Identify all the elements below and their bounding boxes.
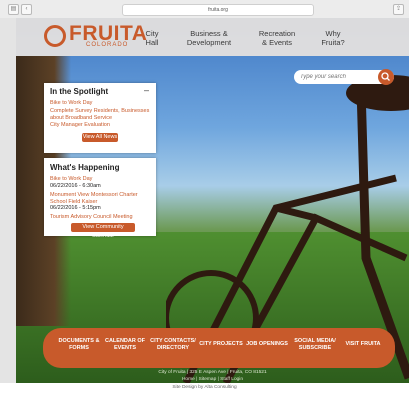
spotlight-item[interactable]: Bike to Work Day	[50, 100, 92, 107]
search-input[interactable]	[300, 72, 374, 82]
spotlight-item[interactable]: Complete Survey Residents, Businesses ab…	[50, 108, 150, 121]
footer-credit[interactable]: Site Design by Alta Consulting	[0, 385, 409, 390]
logo-subtitle: COLORADO	[86, 42, 129, 48]
event-name[interactable]: Monument View Montessori Charter School …	[50, 192, 152, 205]
fruita-emblem-icon	[44, 25, 66, 47]
view-all-news-button[interactable]: View All News	[82, 133, 118, 142]
spotlight-title: In the Spotlight	[50, 87, 109, 96]
nav-recreation-events[interactable]: Recreation & Events	[254, 29, 300, 47]
quick-links-bar: DOCUMENTS & FORMS CALENDAR OF EVENTS CIT…	[43, 328, 395, 368]
collapse-icon[interactable]: –	[144, 85, 149, 95]
search-button[interactable]	[378, 69, 394, 85]
nav-business-development[interactable]: Business & Development	[184, 29, 234, 47]
sidebar-toggle-icon[interactable]: ▤	[8, 4, 19, 15]
share-icon[interactable]: ⇪	[393, 4, 404, 15]
quick-link-contacts[interactable]: CITY CONTACTS/ DIRECTORY	[149, 338, 197, 351]
quick-link-visit-fruita[interactable]: VISIT FRUITA	[341, 341, 385, 348]
browser-sidebar-edge	[0, 18, 16, 395]
website: FRUITA COLORADO City Hall Business & Dev…	[16, 18, 409, 383]
event-date: 06/22/2016 - 5:15pm	[50, 205, 101, 211]
site-search	[294, 69, 394, 85]
footer-address: City of Fruita | 325 E Aspen Ave | Fruit…	[158, 370, 267, 375]
view-community-calendar-button[interactable]: View Community Calendar	[71, 223, 135, 239]
event-date: 06/22/2016 - 6:30am	[50, 183, 101, 189]
quick-link-job-openings[interactable]: JOB OPENINGS	[245, 341, 289, 348]
footer-links[interactable]: Home | Sitemap | Staff Login	[16, 377, 409, 382]
quick-link-documents-forms[interactable]: DOCUMENTS & FORMS	[57, 338, 101, 351]
quick-link-projects[interactable]: CITY PROJECTS	[199, 341, 243, 348]
event-name[interactable]: Bike to Work Day	[50, 176, 92, 183]
quick-link-calendar[interactable]: CALENDAR OF EVENTS	[103, 338, 147, 351]
spotlight-panel: In the Spotlight – Bike to Work Day Comp…	[44, 83, 156, 153]
back-icon[interactable]: ‹	[21, 4, 32, 15]
top-navigation: FRUITA COLORADO City Hall Business & Dev…	[16, 18, 409, 56]
nav-why-fruita[interactable]: Why Fruita?	[318, 29, 348, 47]
nav-city-hall[interactable]: City Hall	[138, 29, 166, 47]
event-name[interactable]: Tourism Advisory Council Meeting	[50, 214, 133, 221]
browser-toolbar: ▤ ‹ fruita.org ⇪	[0, 0, 409, 19]
quick-link-social-media[interactable]: SOCIAL MEDIA/ SUBSCRIBE	[291, 338, 339, 351]
happening-title: What's Happening	[50, 163, 120, 172]
address-bar[interactable]: fruita.org	[122, 4, 314, 16]
happening-panel: What's Happening Bike to Work Day 06/22/…	[44, 158, 156, 239]
spotlight-item[interactable]: City Manager Evaluation	[50, 122, 110, 129]
search-icon	[381, 72, 390, 81]
